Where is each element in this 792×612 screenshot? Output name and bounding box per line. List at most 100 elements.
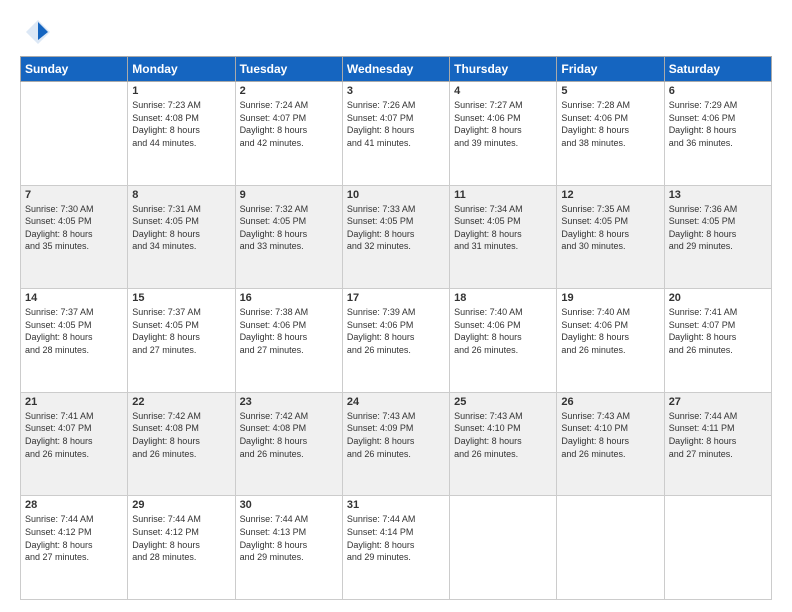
calendar-cell: 12Sunrise: 7:35 AM Sunset: 4:05 PM Dayli… bbox=[557, 185, 664, 289]
day-info: Sunrise: 7:44 AM Sunset: 4:13 PM Dayligh… bbox=[240, 514, 309, 562]
calendar-cell: 1 Sunrise: 7:23 AM Sunset: 4:08 PM Daylig… bbox=[128, 82, 235, 186]
logo bbox=[20, 18, 52, 46]
calendar-cell: 18Sunrise: 7:40 AM Sunset: 4:06 PM Dayli… bbox=[450, 289, 557, 393]
day-number: 24 bbox=[347, 396, 445, 408]
day-info: Sunrise: 7:28 AM Sunset: 4:06 PM Dayligh… bbox=[561, 100, 630, 148]
calendar-cell: 16Sunrise: 7:38 AM Sunset: 4:06 PM Dayli… bbox=[235, 289, 342, 393]
day-number: 8 bbox=[132, 189, 230, 201]
calendar-cell bbox=[450, 496, 557, 600]
day-number: 31 bbox=[347, 499, 445, 511]
day-number: 11 bbox=[454, 189, 552, 201]
calendar-cell: 13 Sunrise: 7:36 AM Sunset: 4:05 PM Dayli… bbox=[664, 185, 771, 289]
calendar-cell: 30 Sunrise: 7:44 AM Sunset: 4:13 PM Dayli… bbox=[235, 496, 342, 600]
day-number: 1 bbox=[132, 85, 230, 97]
calendar-week-row: 28 Sunrise: 7:44 AM Sunset: 4:12 PM Dayli… bbox=[21, 496, 772, 600]
day-number: 23 bbox=[240, 396, 338, 408]
day-info: Sunrise: 7:30 AM Sunset: 4:05 PM Dayligh… bbox=[25, 204, 94, 252]
calendar-week-row: 1 Sunrise: 7:23 AM Sunset: 4:08 PM Daylig… bbox=[21, 82, 772, 186]
day-info: Sunrise: 7:23 AM Sunset: 4:08 PM Dayligh… bbox=[132, 100, 201, 148]
day-info: Sunrise: 7:41 AM Sunset: 4:07 PM Dayligh… bbox=[669, 307, 738, 355]
day-number: 25 bbox=[454, 396, 552, 408]
weekday-header: Friday bbox=[557, 57, 664, 82]
day-number: 21 bbox=[25, 396, 123, 408]
calendar-cell: 27 Sunrise: 7:44 AM Sunset: 4:11 PM Dayli… bbox=[664, 392, 771, 496]
day-info: Sunrise: 7:38 AM Sunset: 4:06 PM Dayligh… bbox=[240, 307, 309, 355]
day-info: Sunrise: 7:39 AM Sunset: 4:06 PM Dayligh… bbox=[347, 307, 416, 355]
day-info: Sunrise: 7:40 AM Sunset: 4:06 PM Dayligh… bbox=[561, 307, 630, 355]
header bbox=[20, 18, 772, 46]
day-number: 14 bbox=[25, 292, 123, 304]
day-info: Sunrise: 7:29 AM Sunset: 4:06 PM Dayligh… bbox=[669, 100, 738, 148]
page: SundayMondayTuesdayWednesdayThursdayFrid… bbox=[0, 0, 792, 612]
day-number: 19 bbox=[561, 292, 659, 304]
calendar-cell: 8 Sunrise: 7:31 AM Sunset: 4:05 PM Daylig… bbox=[128, 185, 235, 289]
calendar-cell: 29 Sunrise: 7:44 AM Sunset: 4:12 PM Dayli… bbox=[128, 496, 235, 600]
day-info: Sunrise: 7:44 AM Sunset: 4:14 PM Dayligh… bbox=[347, 514, 416, 562]
day-number: 13 bbox=[669, 189, 767, 201]
day-info: Sunrise: 7:32 AM Sunset: 4:05 PM Dayligh… bbox=[240, 204, 309, 252]
day-number: 2 bbox=[240, 85, 338, 97]
day-number: 27 bbox=[669, 396, 767, 408]
calendar-cell: 20 Sunrise: 7:41 AM Sunset: 4:07 PM Dayli… bbox=[664, 289, 771, 393]
day-info: Sunrise: 7:40 AM Sunset: 4:06 PM Dayligh… bbox=[454, 307, 523, 355]
calendar-cell: 19 Sunrise: 7:40 AM Sunset: 4:06 PM Dayli… bbox=[557, 289, 664, 393]
weekday-header: Wednesday bbox=[342, 57, 449, 82]
calendar-header-row: SundayMondayTuesdayWednesdayThursdayFrid… bbox=[21, 57, 772, 82]
day-number: 29 bbox=[132, 499, 230, 511]
day-number: 30 bbox=[240, 499, 338, 511]
day-info: Sunrise: 7:43 AM Sunset: 4:09 PM Dayligh… bbox=[347, 411, 416, 459]
day-number: 3 bbox=[347, 85, 445, 97]
day-number: 10 bbox=[347, 189, 445, 201]
calendar-cell bbox=[557, 496, 664, 600]
day-number: 6 bbox=[669, 85, 767, 97]
calendar-cell: 28 Sunrise: 7:44 AM Sunset: 4:12 PM Dayli… bbox=[21, 496, 128, 600]
day-info: Sunrise: 7:43 AM Sunset: 4:10 PM Dayligh… bbox=[561, 411, 630, 459]
calendar-cell: 24 Sunrise: 7:43 AM Sunset: 4:09 PM Dayli… bbox=[342, 392, 449, 496]
calendar-week-row: 14 Sunrise: 7:37 AM Sunset: 4:05 PM Dayli… bbox=[21, 289, 772, 393]
day-info: Sunrise: 7:31 AM Sunset: 4:05 PM Dayligh… bbox=[132, 204, 201, 252]
calendar-cell: 6 Sunrise: 7:29 AM Sunset: 4:06 PM Daylig… bbox=[664, 82, 771, 186]
day-number: 5 bbox=[561, 85, 659, 97]
day-number: 7 bbox=[25, 189, 123, 201]
day-number: 20 bbox=[669, 292, 767, 304]
calendar-cell: 4Sunrise: 7:27 AM Sunset: 4:06 PM Daylig… bbox=[450, 82, 557, 186]
calendar-cell: 23 Sunrise: 7:42 AM Sunset: 4:08 PM Dayli… bbox=[235, 392, 342, 496]
day-number: 15 bbox=[132, 292, 230, 304]
day-info: Sunrise: 7:44 AM Sunset: 4:12 PM Dayligh… bbox=[25, 514, 94, 562]
day-info: Sunrise: 7:33 AM Sunset: 4:05 PM Dayligh… bbox=[347, 204, 416, 252]
calendar-cell: 7 Sunrise: 7:30 AM Sunset: 4:05 PM Daylig… bbox=[21, 185, 128, 289]
logo-icon bbox=[24, 18, 52, 46]
day-number: 12 bbox=[561, 189, 659, 201]
day-info: Sunrise: 7:44 AM Sunset: 4:11 PM Dayligh… bbox=[669, 411, 738, 459]
day-info: Sunrise: 7:37 AM Sunset: 4:05 PM Dayligh… bbox=[25, 307, 94, 355]
calendar-cell: 3Sunrise: 7:26 AM Sunset: 4:07 PM Daylig… bbox=[342, 82, 449, 186]
day-info: Sunrise: 7:42 AM Sunset: 4:08 PM Dayligh… bbox=[240, 411, 309, 459]
day-info: Sunrise: 7:43 AM Sunset: 4:10 PM Dayligh… bbox=[454, 411, 523, 459]
calendar-cell: 31 Sunrise: 7:44 AM Sunset: 4:14 PM Dayli… bbox=[342, 496, 449, 600]
day-number: 22 bbox=[132, 396, 230, 408]
calendar-week-row: 21 Sunrise: 7:41 AM Sunset: 4:07 PM Dayli… bbox=[21, 392, 772, 496]
weekday-header: Monday bbox=[128, 57, 235, 82]
day-number: 26 bbox=[561, 396, 659, 408]
calendar-cell: 2Sunrise: 7:24 AM Sunset: 4:07 PM Daylig… bbox=[235, 82, 342, 186]
day-number: 4 bbox=[454, 85, 552, 97]
day-info: Sunrise: 7:42 AM Sunset: 4:08 PM Dayligh… bbox=[132, 411, 201, 459]
calendar-cell: 17 Sunrise: 7:39 AM Sunset: 4:06 PM Dayli… bbox=[342, 289, 449, 393]
calendar-cell: 26 Sunrise: 7:43 AM Sunset: 4:10 PM Dayli… bbox=[557, 392, 664, 496]
day-info: Sunrise: 7:41 AM Sunset: 4:07 PM Dayligh… bbox=[25, 411, 94, 459]
calendar-cell: 11 Sunrise: 7:34 AM Sunset: 4:05 PM Dayli… bbox=[450, 185, 557, 289]
day-info: Sunrise: 7:44 AM Sunset: 4:12 PM Dayligh… bbox=[132, 514, 201, 562]
calendar-cell: 22 Sunrise: 7:42 AM Sunset: 4:08 PM Dayli… bbox=[128, 392, 235, 496]
day-number: 17 bbox=[347, 292, 445, 304]
weekday-header: Tuesday bbox=[235, 57, 342, 82]
calendar-table: SundayMondayTuesdayWednesdayThursdayFrid… bbox=[20, 56, 772, 600]
day-info: Sunrise: 7:36 AM Sunset: 4:05 PM Dayligh… bbox=[669, 204, 738, 252]
day-info: Sunrise: 7:34 AM Sunset: 4:05 PM Dayligh… bbox=[454, 204, 523, 252]
day-info: Sunrise: 7:37 AM Sunset: 4:05 PM Dayligh… bbox=[132, 307, 201, 355]
calendar-cell: 5 Sunrise: 7:28 AM Sunset: 4:06 PM Daylig… bbox=[557, 82, 664, 186]
calendar-cell: 25 Sunrise: 7:43 AM Sunset: 4:10 PM Dayli… bbox=[450, 392, 557, 496]
weekday-header: Sunday bbox=[21, 57, 128, 82]
calendar-cell: 21 Sunrise: 7:41 AM Sunset: 4:07 PM Dayli… bbox=[21, 392, 128, 496]
day-number: 28 bbox=[25, 499, 123, 511]
weekday-header: Thursday bbox=[450, 57, 557, 82]
